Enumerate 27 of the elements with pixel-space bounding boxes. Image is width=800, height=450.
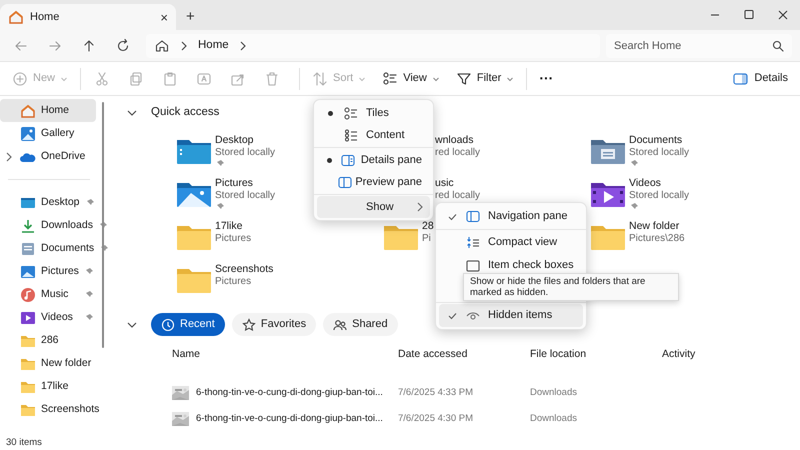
date-accessed: 7/6/2025 4:33 PM — [398, 386, 474, 400]
folder-name: usic — [435, 177, 455, 190]
file-location: Downloads — [530, 386, 578, 400]
folder-name: Documents — [629, 134, 684, 147]
folder-location: Pictures — [215, 233, 252, 245]
folder-name: Pictures — [215, 177, 254, 190]
folder-location: Pictures\286 — [629, 233, 685, 245]
folder-location: Stored locally — [629, 147, 690, 159]
tab-title: Home — [30, 10, 60, 25]
date-accessed: 7/6/2025 4:30 PM — [398, 412, 474, 426]
folder-name: 28 — [422, 220, 434, 233]
folder-name: 17like — [215, 220, 244, 233]
folder-name: Desktop — [215, 134, 255, 147]
folder-name: Screenshots — [215, 263, 274, 276]
folder-location: red locally — [435, 190, 480, 202]
folder-location: red locally — [435, 147, 480, 159]
folder-location: Stored locally — [215, 147, 276, 159]
folder-name: New folder — [629, 220, 680, 233]
section-title: Quick access — [151, 105, 220, 120]
folder-location: Pictures — [215, 276, 252, 288]
folder-location: Stored locally — [215, 190, 276, 202]
folder-name: wnloads — [435, 134, 475, 147]
tooltip: Show or hide the files and folders that are marked as hidden. — [463, 273, 679, 301]
file-location: Downloads — [530, 412, 578, 426]
folder-name: Videos — [629, 177, 662, 190]
folder-location: Stored locally — [629, 190, 690, 202]
folder-location: Pi — [422, 233, 432, 245]
